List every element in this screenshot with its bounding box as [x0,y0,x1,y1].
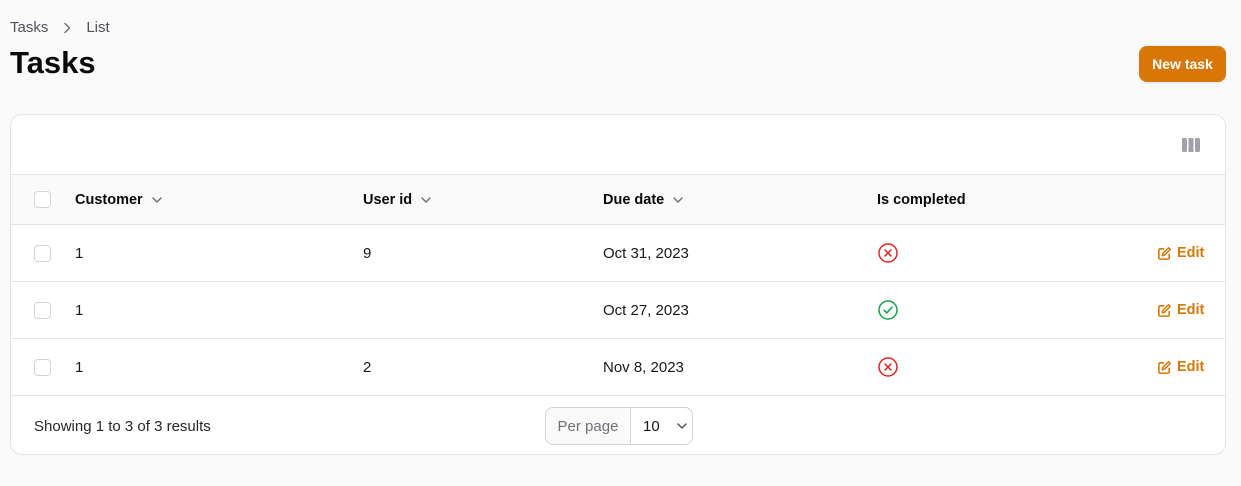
edit-icon [1157,303,1172,318]
cell-due-date: Oct 27, 2023 [603,301,689,319]
table-footer: Showing 1 to 3 of 3 results Per page 10 [11,396,1225,454]
edit-link[interactable]: Edit [1157,225,1204,281]
chevron-down-icon [420,194,432,206]
column-header-due-date[interactable]: Due date [603,175,684,224]
column-header-customer[interactable]: Customer [75,175,163,224]
row-checkbox-cell [34,225,51,281]
edit-label: Edit [1177,359,1205,375]
column-header-label: User id [363,191,413,208]
check-circle-icon [877,299,899,321]
cell-due-date: Nov 8, 2023 [603,358,684,376]
select-all-checkbox[interactable] [34,191,51,208]
per-page-label: Per page [546,408,631,444]
chevron-right-icon [62,22,72,34]
select-all-checkbox-cell [34,175,51,224]
breadcrumb-item-list: List [86,19,110,36]
column-header-label: Customer [75,191,143,208]
chevron-down-icon [151,194,163,206]
row-checkbox[interactable] [34,244,51,262]
column-header-label: Due date [603,191,665,208]
page-title: Tasks [10,45,96,80]
cell-user-id: 2 [363,358,372,376]
columns-toggle-icon[interactable] [1181,135,1201,155]
x-circle-icon [877,356,899,378]
row-checkbox[interactable] [34,358,51,376]
cell-is-completed [877,339,899,395]
edit-icon [1157,246,1172,261]
edit-label: Edit [1177,302,1205,318]
cell-due-date: Oct 31, 2023 [603,244,689,262]
column-header-label: Is completed [877,191,966,208]
per-page-select[interactable]: Per page 10 [545,407,693,445]
edit-link[interactable]: Edit [1157,339,1204,395]
per-page-dropdown[interactable]: 10 [631,408,692,444]
column-header-user-id[interactable]: User id [363,175,432,224]
table-header: Customer User id Due date Is completed [11,175,1225,225]
chevron-down-icon [676,420,688,432]
chevron-down-icon [672,194,684,206]
edit-link[interactable]: Edit [1157,282,1204,338]
column-header-is-completed: Is completed [877,175,966,224]
table-toolbar [11,115,1225,175]
table-row[interactable]: 1 2 Nov 8, 2023 Edit [11,339,1225,396]
tasks-table-card: Customer User id Due date Is completed 1… [10,114,1226,455]
table-row[interactable]: 1 9 Oct 31, 2023 Edit [11,225,1225,282]
edit-icon [1157,360,1172,375]
row-checkbox-cell [34,282,51,338]
pagination-summary: Showing 1 to 3 of 3 results [34,418,211,435]
new-task-button[interactable]: New task [1139,46,1226,82]
x-circle-icon [877,242,899,264]
breadcrumb: Tasks List [10,19,110,36]
table-row[interactable]: 1 Oct 27, 2023 Edit [11,282,1225,339]
per-page-value: 10 [643,417,660,435]
cell-is-completed [877,282,899,338]
cell-is-completed [877,225,899,281]
row-checkbox-cell [34,339,51,395]
edit-label: Edit [1177,245,1205,261]
row-checkbox[interactable] [34,301,51,319]
cell-customer: 1 [75,301,84,319]
cell-customer: 1 [75,244,84,262]
breadcrumb-item-tasks[interactable]: Tasks [10,19,48,36]
cell-customer: 1 [75,358,84,376]
cell-user-id: 9 [363,244,372,262]
